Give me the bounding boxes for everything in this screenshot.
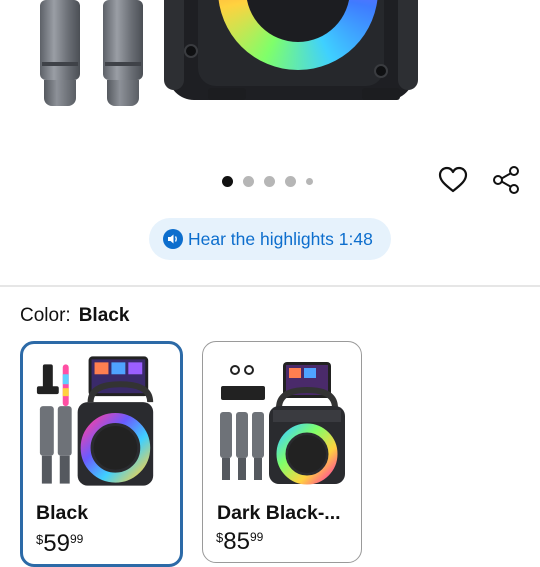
favorite-button[interactable] [436, 163, 470, 197]
color-option-dark-black[interactable]: Dark Black-... $8599 [202, 341, 362, 563]
carousel-dot[interactable] [222, 175, 233, 187]
carousel-dot[interactable] [264, 175, 275, 187]
hear-highlights-label: Hear the highlights 1:48 [188, 228, 373, 249]
product-thumbnail [220, 362, 345, 485]
heart-icon [438, 166, 468, 193]
color-label: Color: [20, 305, 71, 326]
share-icon [493, 166, 519, 194]
selected-color: Black [78, 305, 130, 326]
option-name: Dark Black-... [217, 502, 341, 524]
option-price: $5999 [36, 530, 84, 557]
color-option-black[interactable]: Black $5999 [20, 341, 183, 567]
microphone-image [103, 0, 143, 108]
carousel-dot[interactable] [285, 175, 296, 187]
option-price: $8599 [216, 528, 264, 555]
share-button[interactable] [489, 163, 523, 197]
option-name: Black [36, 502, 89, 524]
color-selector-label: Color: Black [20, 305, 129, 327]
speaker-image [164, 0, 418, 100]
product-image[interactable] [0, 0, 540, 160]
hear-highlights-button[interactable]: Hear the highlights 1:48 [149, 218, 391, 260]
audio-icon [163, 229, 183, 249]
carousel-dot[interactable] [306, 177, 313, 185]
product-thumbnail [36, 356, 154, 486]
section-divider [0, 285, 540, 287]
carousel-dot[interactable] [243, 175, 254, 187]
microphone-image [40, 0, 80, 108]
carousel-dots[interactable] [222, 174, 313, 188]
